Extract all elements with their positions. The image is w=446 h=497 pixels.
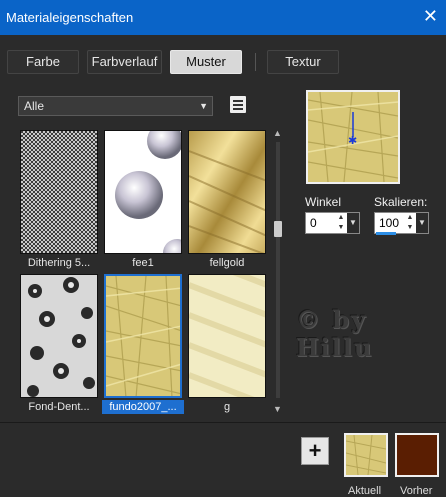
tab-muster[interactable]: Muster [170, 50, 242, 74]
watermark: © by Hillu [296, 306, 373, 362]
angle-label: Winkel [305, 195, 342, 209]
pattern-item-fellgold[interactable]: fellgold [186, 128, 268, 270]
scale-stepper[interactable]: ▲ ▼ [404, 213, 416, 233]
scroll-thumb[interactable] [274, 221, 282, 237]
current-swatch-image [346, 435, 386, 475]
scroll-up-icon[interactable]: ▲ [273, 128, 282, 138]
pattern-label: Fond-Dent... [28, 401, 90, 413]
pattern-item-dithering[interactable]: Dithering 5... [18, 128, 100, 270]
scale-value: 100 [379, 216, 400, 230]
fundo2007-pattern-image [106, 276, 180, 396]
category-value: Alle [24, 99, 45, 113]
tab-divider [255, 53, 256, 71]
pattern-scrollbar[interactable]: ▲ ▼ [272, 128, 284, 414]
angle-input[interactable]: 0 ▲ ▼ ▼ [305, 212, 360, 234]
pattern-thumbnail [20, 274, 98, 398]
angle-dropdown-icon[interactable]: ▼ [347, 213, 359, 233]
tab-farbverlauf[interactable]: Farbverlauf [87, 50, 162, 74]
pattern-label: fundo2007_... [102, 400, 184, 414]
chevron-down-icon: ▼ [199, 101, 208, 111]
plus-icon: + [308, 438, 322, 463]
document-list-icon[interactable] [230, 96, 246, 113]
svg-text:✱: ✱ [348, 134, 357, 147]
divider [0, 422, 446, 423]
pattern-label: fee1 [132, 257, 154, 269]
tab-bar: Farbe Farbverlauf Muster Textur [0, 50, 446, 76]
angle-stepper[interactable]: ▲ ▼ [335, 213, 347, 233]
pattern-thumbnail [188, 130, 266, 254]
window-title: Materialeigenschaften [6, 10, 134, 25]
current-swatch[interactable] [344, 433, 388, 477]
fond-dentelle-pattern-image [21, 275, 97, 397]
pattern-thumbnail [188, 274, 266, 398]
title-bar: Materialeigenschaften ✕ [0, 0, 446, 35]
current-label: Aktuell [348, 485, 382, 497]
angle-value: 0 [310, 216, 317, 230]
pattern-item-g[interactable]: g [186, 272, 268, 414]
pattern-item-fee1[interactable]: fee1 [102, 128, 184, 270]
watermark-line1: © by [296, 305, 368, 334]
previous-swatch[interactable] [395, 433, 439, 477]
add-swatch-button[interactable]: + [301, 437, 329, 465]
pattern-thumbnail [104, 130, 182, 254]
fee1-pattern-image [105, 131, 181, 253]
pattern-label: g [223, 401, 231, 413]
pattern-item-fond-dent[interactable]: Fond-Dent... [18, 272, 100, 414]
watermark-line2: Hillu [296, 333, 374, 362]
category-dropdown[interactable]: Alle ▼ [18, 96, 213, 116]
pattern-label: Dithering 5... [27, 257, 91, 269]
fellgold-pattern-image [189, 131, 265, 253]
dithering-pattern-image [21, 131, 97, 253]
scale-input[interactable]: 100 ▲ ▼ ▼ [374, 212, 429, 234]
tab-textur[interactable]: Textur [267, 50, 339, 74]
scroll-track[interactable] [276, 142, 280, 398]
previous-label: Vorher [400, 485, 433, 497]
pattern-thumbnail [20, 130, 98, 254]
g-pattern-image [189, 275, 265, 397]
scale-label: Skalieren: [374, 195, 428, 209]
pattern-grid: Dithering 5... fee1 fellgold Fond-Dent..… [18, 128, 270, 414]
pattern-label: fellgold [209, 257, 245, 269]
scroll-down-icon[interactable]: ▼ [273, 404, 282, 414]
preview-image: ✱ [308, 92, 398, 182]
pattern-thumbnail [104, 274, 182, 398]
scale-dropdown-icon[interactable]: ▼ [416, 213, 428, 233]
close-icon[interactable]: ✕ [423, 6, 438, 26]
pattern-preview[interactable]: ✱ [306, 90, 400, 184]
tab-farbe[interactable]: Farbe [7, 50, 79, 74]
pattern-item-fundo2007[interactable]: fundo2007_... [102, 272, 184, 414]
scale-indicator [376, 232, 396, 235]
